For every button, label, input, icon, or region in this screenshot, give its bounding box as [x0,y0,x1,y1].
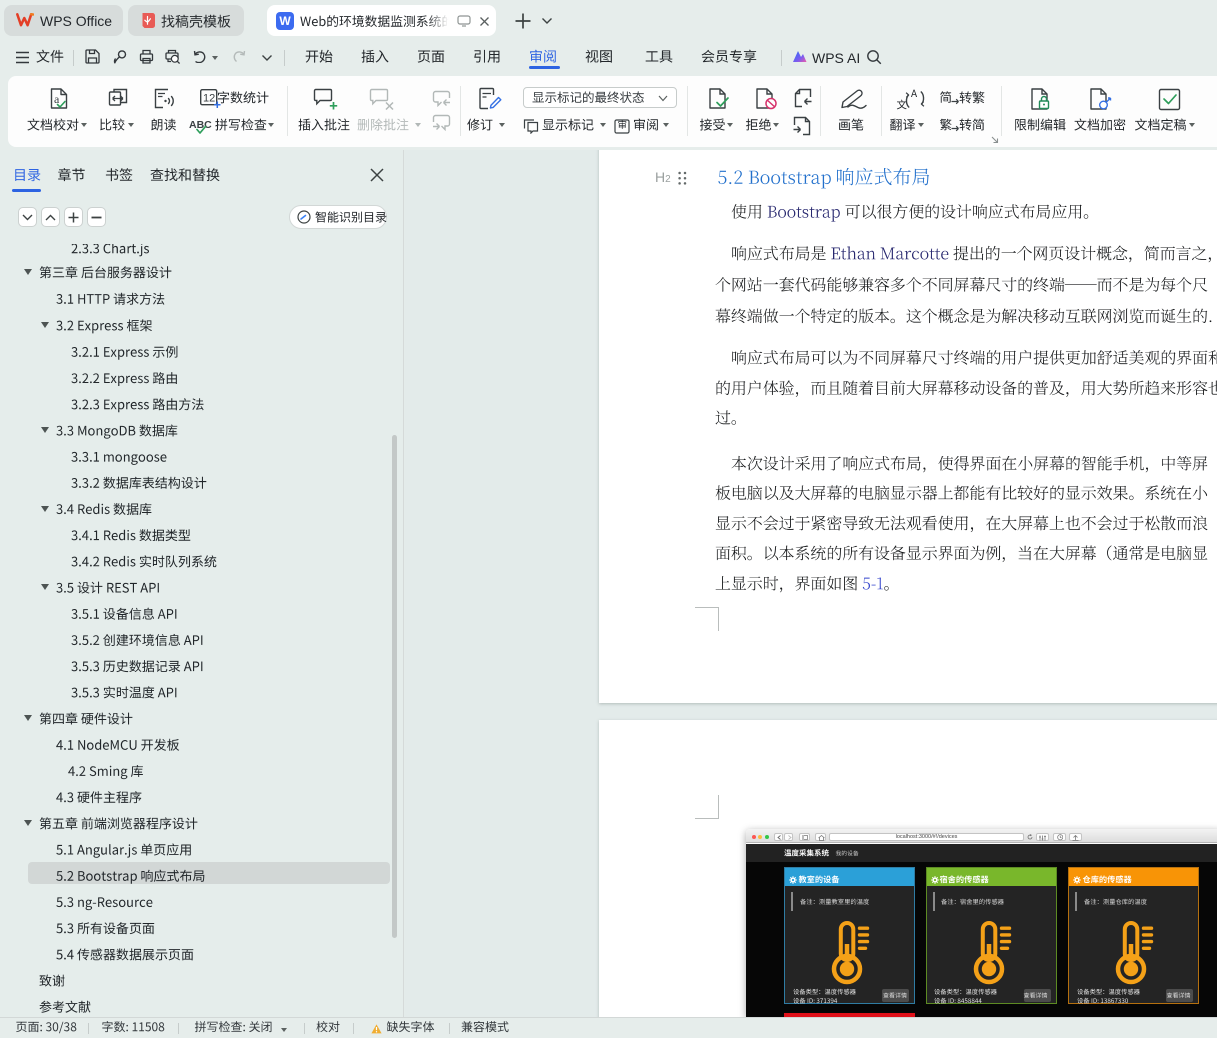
svg-text:12: 12 [203,93,215,105]
svg-text:ABC: ABC [189,119,212,131]
